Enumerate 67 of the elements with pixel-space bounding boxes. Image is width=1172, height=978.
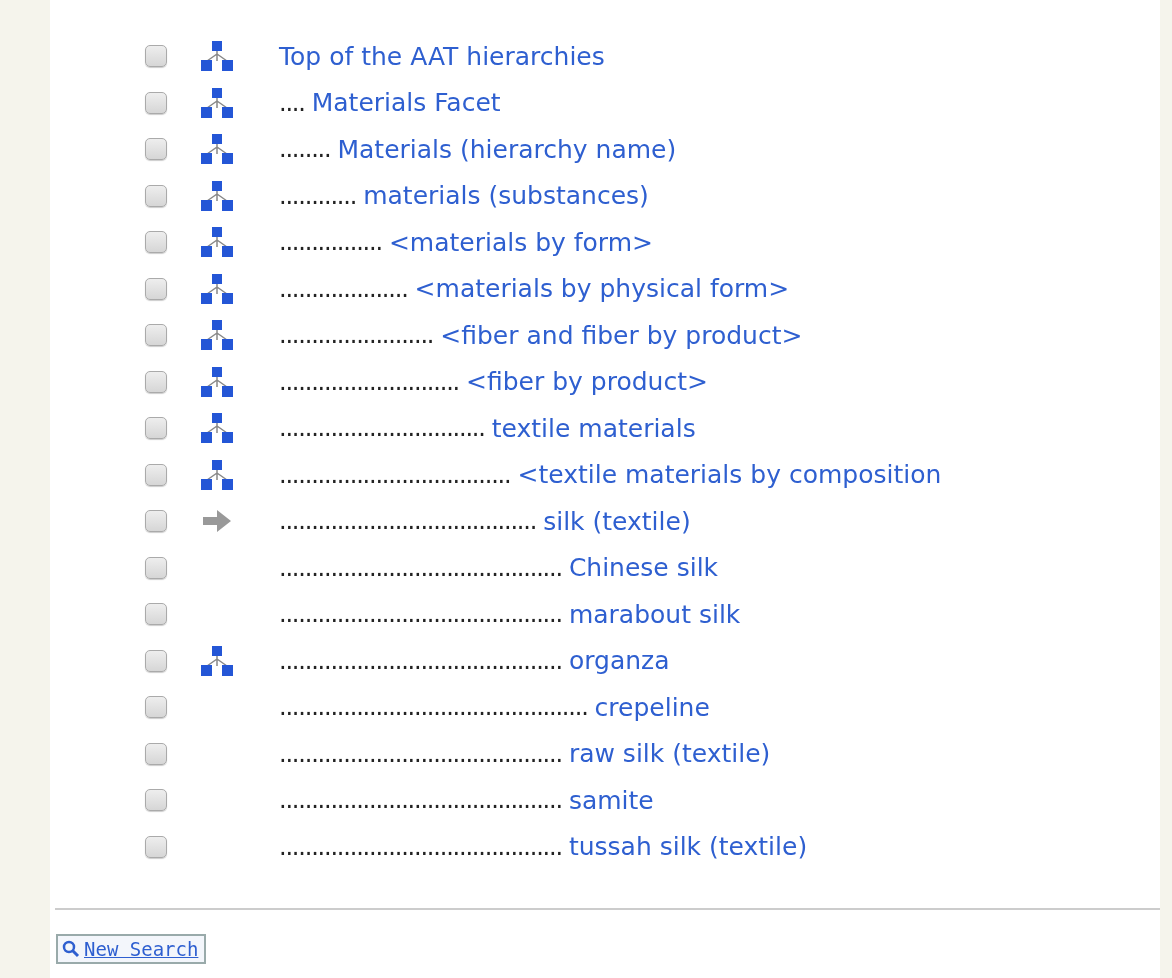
hierarchy-link[interactable]: Top of the AAT hierarchies — [279, 37, 605, 75]
indent-dots: ............................................ — [279, 738, 562, 770]
checkbox[interactable] — [145, 510, 167, 533]
hierarchy-link[interactable]: Materials (hierarchy name) — [337, 130, 677, 168]
indent-dots: .................... — [279, 273, 408, 305]
checkbox[interactable] — [145, 696, 167, 719]
hierarchy-link[interactable]: <textile materials by composition — [517, 456, 942, 494]
arrow-icon[interactable] — [203, 510, 231, 533]
checkbox[interactable] — [145, 91, 167, 114]
hierarchy-link[interactable]: Materials Facet — [311, 84, 501, 122]
hierarchy-link[interactable]: <materials by form> — [388, 223, 653, 261]
indent-dots: ............................................ — [279, 552, 562, 584]
indent-dots: ............................ — [279, 366, 459, 398]
hierarchy-link[interactable]: samite — [568, 781, 654, 819]
hierarchy-icon[interactable] — [201, 320, 233, 351]
indent-dots: ................................ — [279, 413, 485, 445]
hierarchy-icon[interactable] — [201, 227, 233, 258]
checkbox[interactable] — [145, 603, 167, 626]
hierarchy-link[interactable]: <fiber by product> — [466, 363, 708, 401]
hierarchy-icon[interactable] — [201, 180, 233, 211]
hierarchy-link[interactable]: <fiber and fiber by product> — [440, 316, 803, 354]
checkbox[interactable] — [145, 835, 167, 858]
hierarchy-icon[interactable] — [201, 459, 233, 490]
hierarchy-icon[interactable] — [201, 87, 233, 118]
indent-dots: .................................... — [279, 459, 511, 491]
indent-dots: ................................................ — [279, 692, 588, 724]
hierarchy-link[interactable]: tussah silk (textile) — [568, 828, 808, 866]
hierarchy-link[interactable]: organza — [568, 642, 670, 680]
hierarchy-link[interactable]: materials (substances) — [363, 177, 649, 215]
checkbox[interactable] — [145, 231, 167, 254]
checkbox[interactable] — [145, 277, 167, 300]
checkbox[interactable] — [145, 417, 167, 440]
checkbox[interactable] — [145, 742, 167, 765]
hierarchy-icon[interactable] — [201, 273, 233, 304]
hierarchy-link[interactable]: crepeline — [594, 688, 710, 726]
hierarchy-link[interactable]: Chinese silk — [568, 549, 719, 587]
indent-dots: ............................................ — [279, 599, 562, 631]
hierarchy-link[interactable]: marabout silk — [568, 595, 741, 633]
indent-dots: ............ — [279, 180, 357, 212]
hierarchy-link[interactable]: raw silk (textile) — [568, 735, 771, 773]
indent-dots: ........ — [279, 134, 331, 166]
search-icon — [62, 940, 80, 958]
hierarchy-icon[interactable] — [201, 413, 233, 444]
indent-dots: ........................ — [279, 320, 434, 352]
checkbox[interactable] — [145, 324, 167, 347]
checkbox[interactable] — [145, 138, 167, 161]
hierarchy-link[interactable]: <materials by physical form> — [414, 270, 790, 308]
indent-dots: .... — [279, 87, 305, 119]
checkbox[interactable] — [145, 45, 167, 68]
checkbox[interactable] — [145, 370, 167, 393]
new-search-button[interactable]: New Search — [56, 934, 207, 964]
checkbox[interactable] — [145, 649, 167, 672]
hierarchy-icon[interactable] — [201, 134, 233, 165]
indent-dots: ............................................ — [279, 785, 562, 817]
indent-dots: ................ — [279, 227, 382, 259]
hierarchy-link[interactable]: textile materials — [491, 409, 696, 447]
hierarchy-icon[interactable] — [201, 41, 233, 72]
checkbox[interactable] — [145, 184, 167, 207]
indent-dots: ............................................ — [279, 831, 562, 863]
checkbox[interactable] — [145, 556, 167, 579]
hierarchy-icon[interactable] — [201, 366, 233, 397]
indent-dots: ............................................ — [279, 645, 562, 677]
hierarchy-icon[interactable] — [201, 645, 233, 676]
checkbox[interactable] — [145, 789, 167, 812]
checkbox[interactable] — [145, 463, 167, 486]
hierarchy-link[interactable]: silk (textile) — [543, 502, 691, 540]
indent-dots: ........................................ — [279, 506, 537, 538]
